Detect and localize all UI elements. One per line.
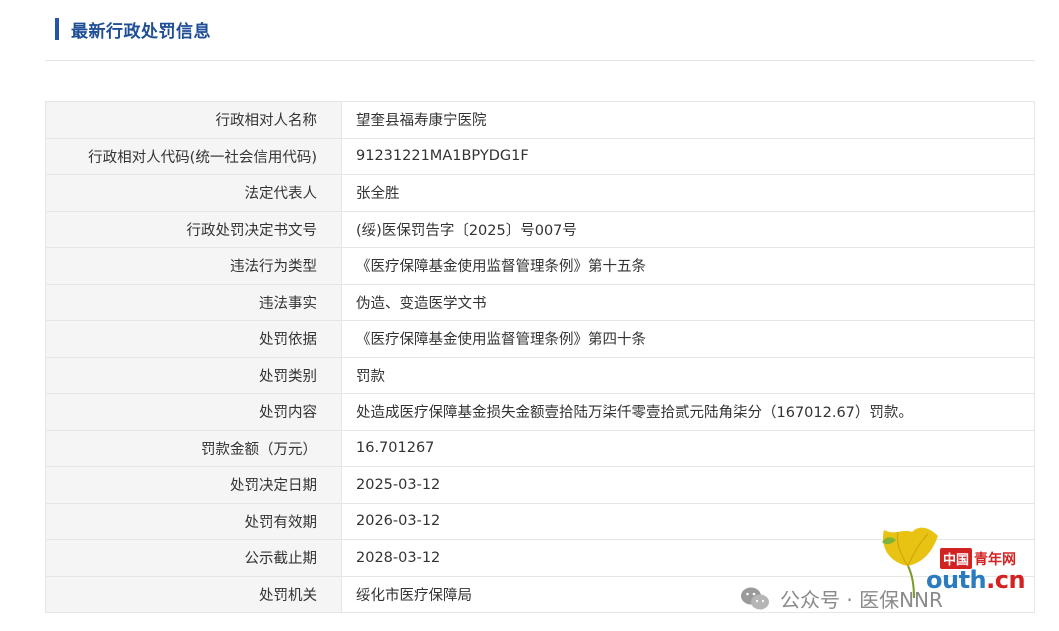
row-value: 张全胜 [341, 174, 1035, 212]
row-value: 处造成医疗保障基金损失金额壹拾陆万柒仟零壹拾贰元陆角柒分（167012.67）罚… [341, 393, 1035, 431]
table-row: 处罚内容 处造成医疗保障基金损失金额壹拾陆万柒仟零壹拾贰元陆角柒分（167012.… [45, 393, 1035, 431]
row-label: 行政处罚决定书文号 [45, 210, 342, 248]
row-label: 行政相对人名称 [45, 101, 342, 139]
table-row: 处罚依据 《医疗保障基金使用监督管理条例》第四十条 [45, 320, 1035, 358]
row-value: 《医疗保障基金使用监督管理条例》第十五条 [341, 247, 1035, 285]
row-value: 91231221MA1BPYDG1F [341, 137, 1035, 175]
table-row: 处罚决定日期 2025-03-12 [45, 466, 1035, 504]
row-label: 违法事实 [45, 283, 342, 321]
table-row: 法定代表人 张全胜 [45, 174, 1035, 212]
row-label: 处罚内容 [45, 393, 342, 431]
section-header: 最新行政处罚信息 [55, 14, 211, 44]
row-label: 处罚有效期 [45, 502, 342, 540]
row-value: (绥)医保罚告字〔2025〕号007号 [341, 210, 1035, 248]
wechat-icon [741, 587, 769, 609]
logo-url-tld: .cn [986, 566, 1026, 594]
table-row: 违法行为类型 《医疗保障基金使用监督管理条例》第十五条 [45, 247, 1035, 285]
row-label: 罚款金额（万元） [45, 429, 342, 467]
table-row: 行政处罚决定书文号 (绥)医保罚告字〔2025〕号007号 [45, 210, 1035, 248]
table-row: 罚款金额（万元） 16.701267 [45, 429, 1035, 467]
row-label: 法定代表人 [45, 174, 342, 212]
row-label: 公示截止期 [45, 539, 342, 577]
table-row: 违法事实 伪造、变造医学文书 [45, 283, 1035, 321]
row-label: 行政相对人代码(统一社会信用代码) [45, 137, 342, 175]
row-label: 处罚类别 [45, 356, 342, 394]
row-label: 处罚依据 [45, 320, 342, 358]
row-value: 16.701267 [341, 429, 1035, 467]
header-divider [45, 60, 1035, 61]
row-value: 罚款 [341, 356, 1035, 394]
row-value: 2025-03-12 [341, 466, 1035, 504]
table-row: 行政相对人名称 望奎县福寿康宁医院 [45, 101, 1035, 139]
row-value: 伪造、变造医学文书 [341, 283, 1035, 321]
row-label: 处罚机关 [45, 575, 342, 613]
watermark-text: 公众号 · 医保NNR [780, 588, 943, 612]
section-accent-bar [55, 18, 59, 40]
table-row: 处罚类别 罚款 [45, 356, 1035, 394]
table-row: 行政相对人代码(统一社会信用代码) 91231221MA1BPYDG1F [45, 137, 1035, 175]
row-value: 《医疗保障基金使用监督管理条例》第四十条 [341, 320, 1035, 358]
row-value: 望奎县福寿康宁医院 [341, 101, 1035, 139]
watermark: 公众号 · 医保NNR [740, 584, 943, 613]
row-label: 处罚决定日期 [45, 466, 342, 504]
section-title: 最新行政处罚信息 [71, 21, 211, 42]
row-label: 违法行为类型 [45, 247, 342, 285]
